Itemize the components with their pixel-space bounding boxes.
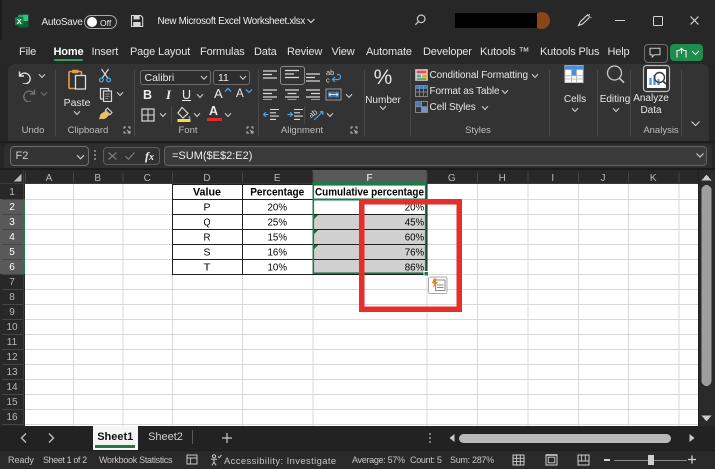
svg-text:R: R — [204, 232, 211, 243]
svg-text:ab: ab — [310, 107, 320, 120]
svg-text:10%: 10% — [268, 262, 288, 273]
svg-text:B: B — [94, 173, 101, 184]
svg-text:c: c — [326, 76, 330, 84]
svg-text:3: 3 — [9, 217, 15, 228]
svg-text:8: 8 — [9, 292, 15, 303]
svg-text:86%: 86% — [405, 262, 425, 273]
svg-text:12: 12 — [6, 352, 18, 363]
svg-text:H: H — [499, 173, 506, 184]
svg-text:9: 9 — [9, 307, 15, 318]
svg-text:5: 5 — [9, 247, 15, 258]
svg-text:Q: Q — [204, 217, 211, 228]
svg-text:D: D — [203, 173, 210, 184]
svg-text:J: J — [601, 173, 606, 184]
svg-text:20%: 20% — [268, 202, 288, 213]
svg-text:S: S — [204, 247, 211, 258]
svg-text:16: 16 — [6, 412, 18, 423]
svg-text:15: 15 — [6, 397, 18, 408]
svg-text:11: 11 — [7, 337, 18, 348]
svg-text:16%: 16% — [268, 247, 288, 258]
svg-text:C: C — [144, 173, 151, 184]
svg-text:Value: Value — [193, 186, 221, 198]
svg-text:E: E — [274, 173, 281, 184]
svg-text:Percentage: Percentage — [250, 186, 304, 198]
svg-text:Cumulative percentage: Cumulative percentage — [315, 186, 424, 198]
svg-text:25%: 25% — [268, 217, 288, 228]
svg-text:76%: 76% — [405, 247, 425, 258]
svg-text:P: P — [204, 202, 211, 213]
svg-text:15%: 15% — [268, 232, 288, 243]
svg-text:13: 13 — [6, 367, 18, 378]
svg-text:60%: 60% — [405, 232, 425, 243]
svg-text:4: 4 — [9, 232, 15, 243]
svg-text:G: G — [448, 173, 456, 184]
svg-text:2: 2 — [9, 202, 15, 213]
svg-text:45%: 45% — [405, 217, 425, 228]
svg-text:10: 10 — [6, 322, 18, 333]
svg-text:14: 14 — [6, 382, 18, 393]
svg-text:I: I — [551, 173, 554, 184]
svg-text:T: T — [204, 262, 211, 273]
svg-text:X: X — [17, 17, 22, 26]
svg-text:1: 1 — [9, 187, 15, 198]
svg-text:7: 7 — [9, 277, 15, 288]
svg-text:K: K — [650, 173, 657, 184]
svg-text:F: F — [366, 173, 372, 184]
svg-text:6: 6 — [9, 262, 15, 273]
svg-text:A: A — [46, 173, 53, 184]
